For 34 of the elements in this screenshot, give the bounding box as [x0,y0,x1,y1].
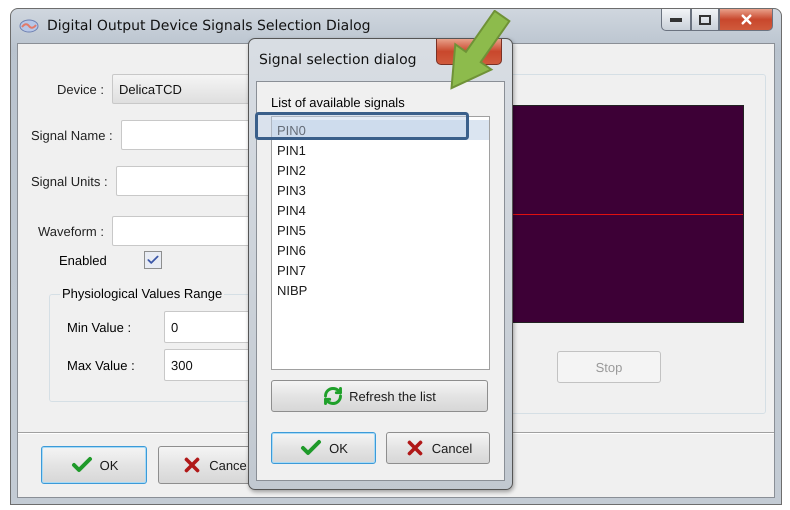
app-icon [19,18,39,34]
field-label: Max Value : [67,358,136,372]
refresh-icon [323,386,344,406]
signal-item[interactable]: PIN4 [272,200,489,220]
signal-item[interactable]: PIN3 [272,180,489,200]
close-icon [738,12,754,27]
close-button[interactable] [719,9,773,31]
ok-button[interactable]: OK [41,446,147,484]
maximize-icon [699,14,711,24]
field-label: Device : [56,82,104,96]
enabled-checkbox[interactable] [144,251,162,269]
field-label: Min Value : [67,320,132,334]
signal-item[interactable]: NIBP [272,280,489,300]
signal-item[interactable]: PIN1 [272,140,489,160]
signal-item[interactable]: PIN5 [272,220,489,240]
refresh-button[interactable]: Refresh the list [271,380,488,412]
minimize-icon [670,18,682,22]
check-icon [146,253,160,267]
window-title: Digital Output Device Signals Selection Dialog [47,18,372,34]
signal-item[interactable]: PIN2 [272,160,489,180]
signal-item[interactable]: PIN6 [272,240,489,260]
group-title: Physiological Values Range [60,286,224,301]
minimize-button[interactable] [661,9,691,31]
cancel-button[interactable]: Cancel [386,432,490,464]
ok-button[interactable]: OK [271,432,376,464]
checkbox-label: Enabled [59,252,108,268]
field-label: Signal Units : [31,174,108,188]
signal-item[interactable]: PIN0 [272,120,489,140]
maximize-button[interactable] [691,9,719,31]
field-label: Waveform : [37,224,104,238]
field-label: Signal Name : [31,128,113,142]
signal-item[interactable]: PIN7 [272,260,489,280]
dialog-title: Signal selection dialog [258,52,417,68]
list-label: List of available signals [271,96,406,112]
